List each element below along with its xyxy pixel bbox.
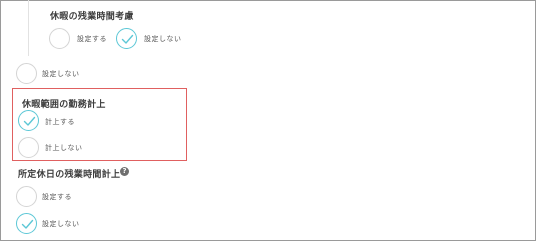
radio-leave-range-not-count[interactable]	[18, 137, 39, 158]
radio-parent-not-set[interactable]	[16, 63, 37, 84]
checkmark-icon	[21, 219, 34, 229]
radio-leave-range-not-count-label: 計上しない	[45, 144, 83, 152]
radio-overtime-leave-not-set[interactable]	[116, 28, 137, 49]
radio-overtime-leave-not-set-label: 設定しない	[144, 35, 182, 43]
radio-holiday-overtime-not-set[interactable]	[16, 213, 37, 234]
radio-holiday-overtime-set-label: 設定する	[42, 193, 72, 201]
leave-range-work-count-title: 休暇範囲の勤務計上	[22, 100, 106, 110]
holiday-overtime-count-title: 所定休日の残業時間計上	[18, 170, 121, 180]
radio-holiday-overtime-not-set-label: 設定しない	[42, 220, 80, 228]
nested-indent-line	[28, 0, 29, 56]
radio-overtime-leave-set[interactable]	[49, 28, 70, 49]
radio-holiday-overtime-set[interactable]	[16, 186, 37, 207]
question-circle-icon[interactable]: ?	[120, 167, 129, 176]
radio-overtime-leave-set-label: 設定する	[77, 35, 107, 43]
overtime-during-leave-title: 休暇の残業時間考慮	[50, 12, 134, 22]
radio-leave-range-count-label: 計上する	[45, 118, 75, 126]
radio-leave-range-count[interactable]	[18, 110, 39, 131]
checkmark-icon	[23, 116, 36, 126]
checkmark-icon	[121, 34, 134, 44]
radio-parent-not-set-label: 設定しない	[42, 70, 80, 78]
